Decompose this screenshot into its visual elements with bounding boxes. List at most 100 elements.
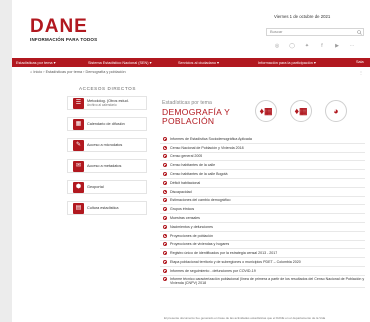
- list-item-label: Estimaciones del cambio demográfico: [170, 198, 231, 203]
- nav-item-informacion[interactable]: Información para la participación ▾: [258, 60, 316, 65]
- bullet-icon: [163, 163, 167, 168]
- list-item[interactable]: Informe técnico caracterización poblacio…: [160, 276, 365, 288]
- list-item-label: Proyecciones de viviendas y hogares: [170, 242, 230, 247]
- envelope-icon: ✉: [73, 160, 84, 172]
- footnote: El presente documento fue generado en ba…: [164, 316, 326, 320]
- bullet-icon: [163, 136, 167, 141]
- bullet-icon: [163, 260, 167, 265]
- shortcut-label: Metodolog. (Otros estud.: [87, 98, 129, 103]
- search-input[interactable]: Buscar: [266, 28, 364, 36]
- search-placeholder: Buscar: [270, 29, 283, 34]
- list-item-label: Censo habitantes de la calle: [170, 163, 216, 168]
- map-icon: ⬢: [73, 181, 84, 193]
- nav-item-estadisticas[interactable]: Estadísticas por tema ▾: [16, 60, 55, 65]
- list-item[interactable]: Informes de seguimiento - defunciones po…: [160, 267, 365, 276]
- list-item[interactable]: Déficit habitacional: [160, 179, 365, 188]
- list-item-label: Grupos étnicos: [170, 207, 195, 212]
- pie-chart-icon[interactable]: ◕: [325, 100, 347, 122]
- list-item[interactable]: Proyecciones de viviendas y hogares: [160, 241, 365, 250]
- list-item-label: Informes de Estadística Sociodemográfica…: [170, 136, 252, 141]
- bullet-icon: [163, 207, 167, 212]
- shortcuts-sidebar: ACCESOS DIRECTOS ☰ Metodolog. (Otros est…: [67, 86, 147, 222]
- list-item-label: Censo habitantes de la calle Bogotá: [170, 172, 228, 177]
- list-item[interactable]: Proyecciones de población: [160, 232, 365, 241]
- nav-item-servicios[interactable]: Servicios al ciudadano ▾: [178, 60, 219, 65]
- pencil-icon: ✎: [73, 139, 84, 151]
- shortcut-geoportal[interactable]: ⬢ Geoportal: [67, 180, 147, 194]
- list-item[interactable]: Nacimientos y defunciones: [160, 223, 365, 232]
- site-header: DANE INFORMACIÓN PARA TODOS Viernes 1 de…: [12, 0, 370, 58]
- calendar-icon: ▦: [73, 118, 84, 130]
- more-icon[interactable]: ⋯: [349, 43, 355, 49]
- twitter-icon[interactable]: ✦: [304, 43, 310, 49]
- list-item[interactable]: Estimaciones del cambio demográfico: [160, 197, 365, 206]
- bullet-icon: [163, 172, 167, 177]
- shortcut-label: Acceso a microdatos: [87, 142, 123, 147]
- list-item-label: Censo Nacional de Población y Vivienda 2…: [170, 145, 244, 150]
- bullet-icon: [163, 180, 167, 185]
- list-item[interactable]: Registro único de identificados por la e…: [160, 249, 365, 259]
- bullet-icon: [163, 198, 167, 203]
- main-nav: Estadísticas por tema ▾ Sistema Estadíst…: [12, 58, 370, 67]
- bullet-icon: [163, 189, 167, 194]
- shortcut-cultura[interactable]: ▤ Cultura estadística: [67, 201, 147, 215]
- bullet-icon: [163, 216, 167, 221]
- topic-header: Estadísticas por tema DEMOGRAFÍA Y POBLA…: [162, 100, 362, 125]
- list-item[interactable]: Grupos étnicos: [160, 205, 365, 215]
- search-icon[interactable]: [357, 30, 362, 35]
- list-item-label: Muestras censales: [170, 216, 200, 221]
- list-item-label: Etapa poblacional territorio y de subreg…: [170, 260, 301, 265]
- population-chart-icon[interactable]: ♦▦: [255, 100, 277, 122]
- list-item[interactable]: Censo habitantes de la calle: [160, 161, 365, 171]
- shortcut-label: Acceso a metadatos: [87, 163, 122, 168]
- list-item[interactable]: Censo general 2005: [160, 153, 365, 162]
- shortcut-calendario[interactable]: ▦ Calendario de difusión: [67, 117, 147, 131]
- shortcut-microdatos[interactable]: ✎ Acceso a microdatos: [67, 138, 147, 152]
- shortcut-sublabel: Archivo al calendario: [87, 103, 117, 107]
- bullet-icon: [163, 233, 167, 238]
- book-icon: ▤: [73, 202, 84, 214]
- page: DANE INFORMACIÓN PARA TODOS Viernes 1 de…: [12, 0, 370, 322]
- bullet-icon: [163, 242, 167, 247]
- list-item-label: Registro único de identificados por la e…: [170, 251, 278, 256]
- shortcut-metodologia[interactable]: ☰ Metodolog. (Otros estud. Archivo al ca…: [67, 96, 147, 110]
- list-item-label: Informes de seguimiento - defunciones po…: [170, 268, 256, 273]
- shortcut-label: Cultura estadística: [87, 205, 119, 210]
- list-item[interactable]: Muestras censales: [160, 214, 365, 223]
- list-item-label: Informe técnico caracterización poblacio…: [170, 276, 365, 285]
- logo-tagline: INFORMACIÓN PARA TODOS: [30, 37, 98, 42]
- list-item[interactable]: Etapa poblacional territorio y de subreg…: [160, 258, 365, 267]
- list-item-label: Discapacidad: [170, 189, 192, 194]
- facebook-icon[interactable]: f: [319, 43, 325, 49]
- bullet-icon: [163, 145, 167, 150]
- bullet-icon: [163, 224, 167, 229]
- nav-item-sala[interactable]: Sala: [356, 60, 364, 64]
- nav-item-sen[interactable]: Sistema Estadístico Nacional (SEN) ▾: [88, 60, 152, 65]
- bullet-icon: [163, 154, 167, 159]
- list-item-label: Censo general 2005: [170, 154, 203, 159]
- shortcut-metadatos[interactable]: ✉ Acceso a metadatos: [67, 159, 147, 173]
- rss-icon[interactable]: ◎: [274, 43, 280, 49]
- logo-word: DANE: [30, 16, 88, 37]
- shortcut-label: Calendario de difusión: [87, 121, 125, 126]
- list-item-label: Nacimientos y defunciones: [170, 224, 213, 229]
- population-table-icon[interactable]: ♦▦: [290, 100, 312, 122]
- social-links: ◎ ◯ ✦ f ▶ ⋯: [274, 43, 355, 49]
- bullet-icon: [163, 251, 167, 256]
- instagram-icon[interactable]: ◯: [289, 43, 295, 49]
- dane-logo[interactable]: DANE INFORMACIÓN PARA TODOS: [30, 17, 97, 42]
- shortcuts-title: ACCESOS DIRECTOS: [79, 86, 136, 91]
- list-item-label: Proyecciones de población: [170, 233, 213, 238]
- breadcrumb[interactable]: ⌂ Inicio › Estadísticas por tema › Demog…: [30, 70, 126, 74]
- youtube-icon[interactable]: ▶: [334, 43, 340, 49]
- topic-list: Informes de Estadística Sociodemográfica…: [160, 135, 365, 288]
- list-item[interactable]: Censo habitantes de la calle Bogotá: [160, 170, 365, 179]
- list-item[interactable]: Discapacidad: [160, 188, 365, 197]
- shortcut-label: Geoportal: [87, 184, 104, 189]
- current-date: Viernes 1 de octubre de 2021: [274, 14, 331, 19]
- list-item[interactable]: Informes de Estadística Sociodemográfica…: [160, 135, 365, 144]
- list-item[interactable]: Censo Nacional de Población y Vivienda 2…: [160, 144, 365, 153]
- topic-icons: ♦▦ ♦▦ ◕: [255, 100, 347, 122]
- breadcrumb-menu-icon[interactable]: ⋮: [359, 70, 363, 75]
- bullet-icon: [163, 276, 167, 281]
